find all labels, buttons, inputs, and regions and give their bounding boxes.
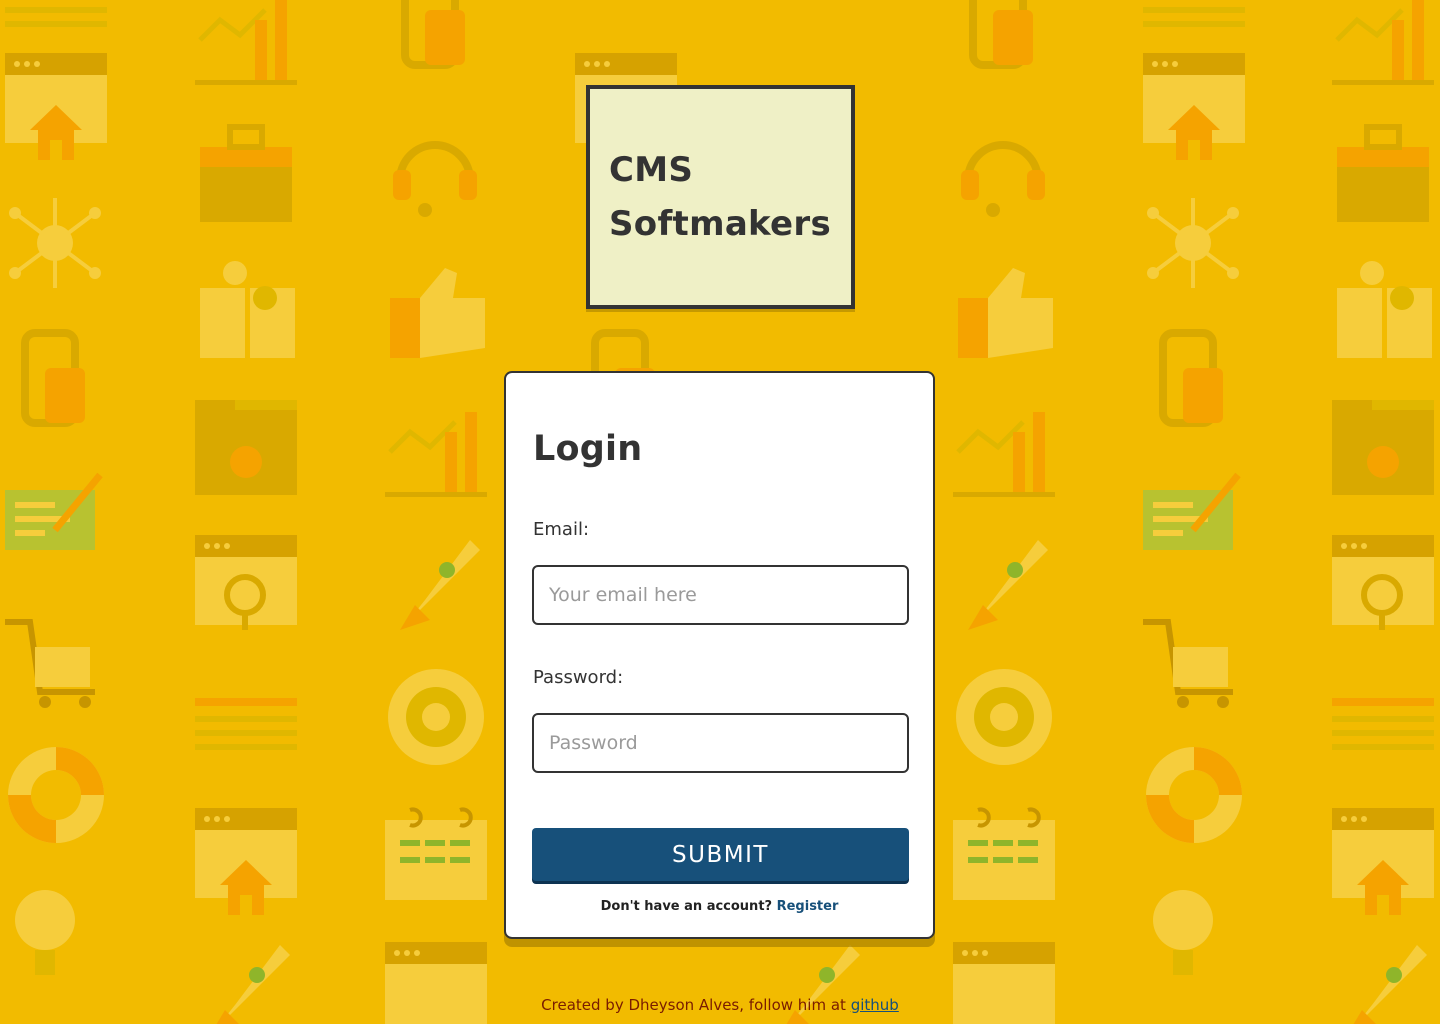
footer-text: Created by Dheyson Alves, follow him at: [541, 996, 846, 1014]
logo-line-1: CMS: [609, 150, 694, 190]
pattern-column-1: [5, 0, 107, 975]
login-form: Login Email: Password: SUBMIT Don't have…: [504, 371, 935, 939]
password-label: Password:: [533, 667, 624, 688]
logo-text: CMS Softmakers: [609, 143, 839, 251]
register-link[interactable]: Register: [777, 899, 839, 914]
register-prompt-line: Don't have an account? Register: [506, 899, 933, 914]
login-title: Login: [533, 429, 643, 469]
github-link[interactable]: github: [851, 996, 899, 1014]
app-logo: CMS Softmakers: [586, 85, 855, 309]
password-field[interactable]: [532, 713, 909, 773]
pattern-column-3: [385, 0, 487, 1024]
submit-button[interactable]: SUBMIT: [532, 828, 909, 881]
email-field[interactable]: [532, 565, 909, 625]
logo-line-2: Softmakers: [609, 204, 832, 244]
register-prompt: Don't have an account?: [600, 899, 773, 914]
pattern-column-6: [953, 0, 1055, 1024]
pattern-column-7: [1143, 0, 1245, 975]
email-label: Email:: [533, 519, 590, 540]
pattern-column-8: [1332, 0, 1434, 1024]
footer: Created by Dheyson Alves, follow him at …: [0, 996, 1440, 1014]
pattern-column-2: [195, 0, 297, 1024]
